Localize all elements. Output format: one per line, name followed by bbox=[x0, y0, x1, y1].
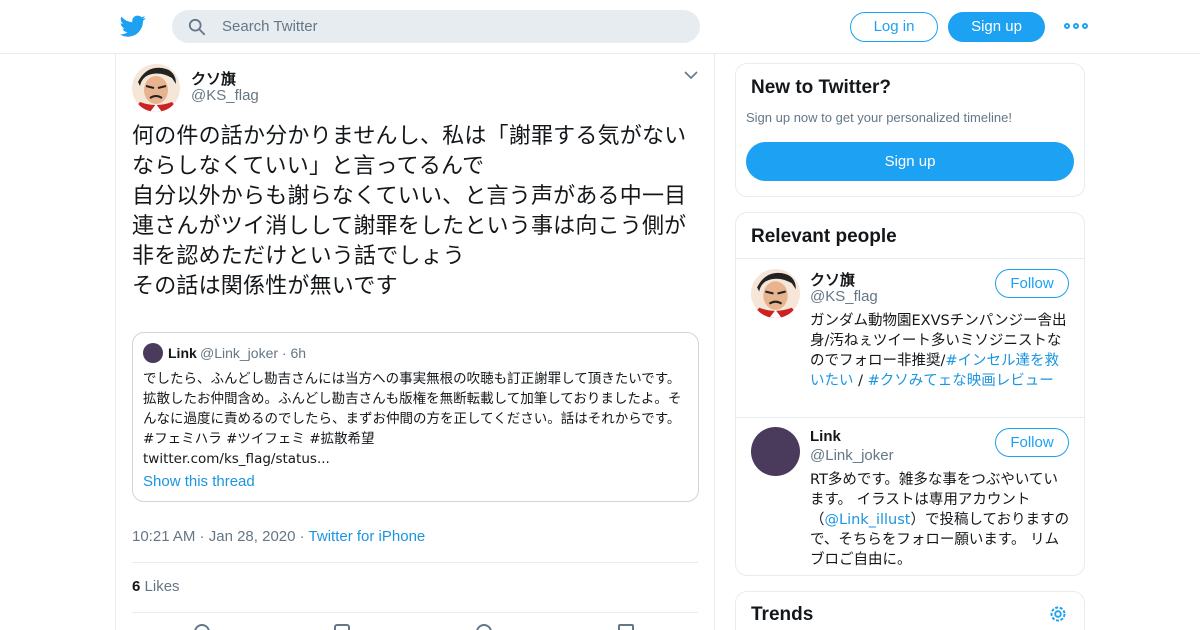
top-navigation-bar: Log in Sign up bbox=[0, 0, 1200, 54]
quoted-tweet-age: 6h bbox=[290, 345, 307, 361]
relevant-people-title: Relevant people bbox=[751, 226, 897, 247]
quoted-author-handle: @Link_joker bbox=[200, 345, 279, 361]
person-bio: ガンダム動物園EXVSチンパンジー舎出身/汚ねぇツイート多いミソジニストなのでフ… bbox=[810, 311, 1072, 391]
person-avatar[interactable] bbox=[751, 269, 800, 318]
person-handle[interactable]: @KS_flag bbox=[810, 288, 878, 305]
search-input[interactable] bbox=[222, 10, 682, 43]
reply-icon[interactable] bbox=[194, 624, 210, 630]
person-handle[interactable]: @Link_joker bbox=[810, 447, 894, 464]
mention-link[interactable]: @Link_illust bbox=[825, 512, 911, 528]
tweet-metadata: 10:21 AM · Jan 28, 2020 · Twitter for iP… bbox=[132, 528, 426, 545]
new-to-twitter-subtitle: Sign up now to get your personalized tim… bbox=[746, 110, 1012, 125]
quoted-tweet[interactable]: Link @Link_joker · 6h でしたら、ふんどし勘吉さんには当方へ… bbox=[132, 332, 699, 502]
quoted-author-meta: @Link_joker · 6h bbox=[200, 345, 307, 361]
likes-count: 6 bbox=[132, 578, 141, 595]
likes-label: Likes bbox=[144, 578, 180, 595]
divider bbox=[132, 612, 698, 613]
new-to-twitter-title: New to Twitter? bbox=[751, 77, 892, 98]
bio-separator: / bbox=[853, 373, 868, 389]
sidebar-signup-button[interactable]: Sign up bbox=[746, 142, 1074, 181]
person-name[interactable]: Link bbox=[810, 428, 841, 445]
chevron-down-icon[interactable] bbox=[684, 70, 698, 80]
divider bbox=[132, 562, 698, 563]
quoted-tweet-text: でしたら、ふんどし勘吉さんには当方への事実無根の吹聴も訂正謝罪して頂きたいです。… bbox=[143, 371, 682, 467]
divider bbox=[736, 258, 1084, 259]
show-thread-link[interactable]: Show this thread bbox=[143, 473, 255, 490]
author-handle[interactable]: @KS_flag bbox=[191, 87, 259, 104]
likes-stat[interactable]: 6 Likes bbox=[132, 578, 180, 595]
like-icon[interactable] bbox=[476, 624, 492, 630]
author-name[interactable]: クソ旗 bbox=[191, 68, 236, 89]
hashtag-link[interactable]: #クソみてェな映画レビュー bbox=[868, 373, 1054, 389]
tweet-date[interactable]: Jan 28, 2020 bbox=[209, 528, 296, 545]
gear-icon[interactable] bbox=[1048, 604, 1068, 624]
signup-button[interactable]: Sign up bbox=[948, 12, 1045, 42]
share-icon[interactable] bbox=[618, 624, 634, 630]
tweet-text: 何の件の話か分かりませんし、私は「謝罪する気がないならしなくていい」と言ってるん… bbox=[132, 124, 687, 299]
person-avatar[interactable] bbox=[751, 427, 800, 476]
person-name[interactable]: クソ旗 bbox=[810, 269, 855, 290]
trends-title: Trends bbox=[751, 604, 814, 625]
person-bio: RT多めです。雑多な事をつぶやいています。 イラストは専用アカウント（@Link… bbox=[810, 470, 1072, 570]
tweet-source[interactable]: Twitter for iPhone bbox=[309, 528, 426, 545]
tweet-actions bbox=[194, 624, 654, 630]
divider bbox=[736, 417, 1084, 418]
author-avatar[interactable] bbox=[132, 64, 180, 112]
search-box[interactable] bbox=[172, 10, 700, 43]
new-to-twitter-card: New to Twitter? Sign up now to get your … bbox=[735, 63, 1085, 197]
relevant-people-card: Relevant people クソ旗 @KS_flag Follow ガンダム… bbox=[735, 212, 1085, 576]
quoted-author-name: Link bbox=[168, 345, 197, 361]
tweet-time[interactable]: 10:21 AM bbox=[132, 528, 195, 545]
retweet-icon[interactable] bbox=[334, 624, 350, 630]
more-dots-icon[interactable] bbox=[1064, 22, 1088, 32]
search-icon bbox=[188, 18, 206, 36]
trends-card: Trends bbox=[735, 591, 1085, 630]
tweet-detail-column: クソ旗 @KS_flag 何の件の話か分かりませんし、私は「謝罪する気がないなら… bbox=[115, 54, 715, 630]
twitter-bird-icon[interactable] bbox=[120, 13, 146, 39]
follow-button[interactable]: Follow bbox=[995, 269, 1069, 298]
follow-button[interactable]: Follow bbox=[995, 428, 1069, 457]
quoted-author-avatar bbox=[143, 343, 163, 363]
login-button[interactable]: Log in bbox=[850, 12, 938, 42]
